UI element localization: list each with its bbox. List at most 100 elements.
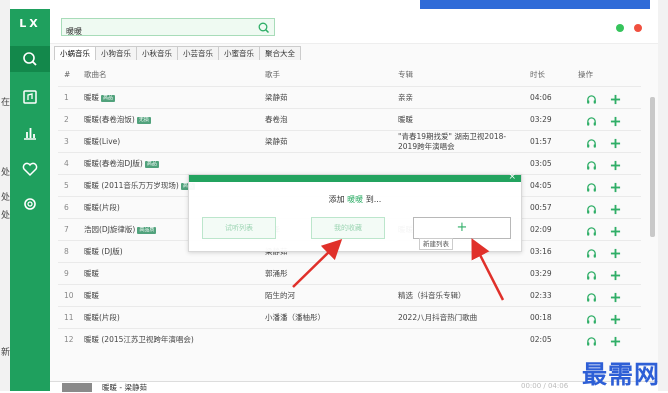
tab-source-6[interactable]: 聚合大全: [259, 46, 301, 60]
plus-icon[interactable]: [610, 268, 621, 281]
plus-icon[interactable]: [610, 92, 621, 105]
table-row[interactable]: 9 暖暖 郭涌彤 03:29: [58, 262, 641, 284]
singer-name[interactable]: 梁静茹: [265, 87, 288, 108]
plus-icon[interactable]: [610, 246, 621, 259]
headphones-icon[interactable]: [586, 334, 597, 346]
singer-name[interactable]: 郭涌彤: [265, 263, 288, 284]
duration: 04:05: [530, 181, 552, 190]
song-name[interactable]: 暖暖(Live): [84, 131, 120, 152]
sidebar: LX: [10, 9, 50, 391]
headphones-icon[interactable]: [586, 180, 597, 192]
plus-icon[interactable]: [610, 224, 621, 237]
tab-source-2[interactable]: 小狗音乐: [95, 46, 137, 60]
singer-name[interactable]: 陌生的河: [265, 285, 295, 306]
singer-name[interactable]: 梁静茹: [265, 131, 288, 152]
now-playing: 暖暖 - 梁静茹: [102, 383, 147, 392]
table-row[interactable]: 1 暖暖 高品 梁静茹 亲亲 04:06: [58, 86, 641, 108]
song-name[interactable]: 暖暖 (2011音乐万万岁现场)高品: [84, 175, 195, 196]
row-index: 5: [64, 181, 69, 190]
dialog-close-button[interactable]: ×: [508, 172, 516, 182]
search-icon[interactable]: [10, 46, 50, 72]
album-name[interactable]: 暖暖: [398, 109, 413, 130]
tab-source-5[interactable]: 小蜜音乐: [218, 46, 260, 60]
table-row[interactable]: 2 暖暖(春卷泡饭) 无损 春卷泡 暖暖 03:29: [58, 108, 641, 130]
duration: 02:05: [530, 335, 552, 344]
plus-icon[interactable]: [610, 202, 621, 215]
tab-source-3[interactable]: 小秋音乐: [136, 46, 178, 60]
album-name[interactable]: 亲亲: [398, 87, 413, 108]
heart-icon[interactable]: [20, 159, 40, 179]
headphones-icon[interactable]: [586, 92, 597, 104]
headphones-icon[interactable]: [586, 290, 597, 302]
table-row[interactable]: 4 暖暖(春卷泡DJ版) 高品 03:05: [58, 152, 641, 174]
headphones-icon[interactable]: [586, 268, 597, 280]
column-duration: 时长: [530, 70, 545, 79]
plus-icon[interactable]: [610, 180, 621, 193]
song-name[interactable]: 暖暖(春卷泡DJ版) 高品: [84, 153, 159, 174]
headphones-icon[interactable]: [586, 114, 597, 126]
table-row[interactable]: 12 暖暖 (2015江苏卫视跨年演唱会) 02:05: [58, 328, 641, 350]
album-name[interactable]: 精选（抖音乐专辑）: [398, 285, 466, 306]
chart-icon[interactable]: [20, 123, 40, 143]
duration: 02:33: [530, 291, 552, 300]
headphones-icon[interactable]: [586, 246, 597, 258]
plus-icon[interactable]: [610, 334, 621, 347]
add-to-list-dialog: × 添加 暖暖 到... 试听列表 我的收藏 + 新建列表: [188, 172, 522, 252]
album-name[interactable]: 2022八月抖音热门歌曲: [398, 307, 477, 328]
plus-icon[interactable]: [610, 158, 621, 171]
song-name[interactable]: 暖暖: [84, 285, 99, 306]
trial-list-button[interactable]: 试听列表: [202, 217, 276, 239]
dialog-title: 添加 暖暖 到...: [328, 195, 382, 204]
top-bar: [50, 9, 658, 44]
new-list-button[interactable]: +: [413, 217, 511, 239]
song-name[interactable]: 暖暖 (DJ版): [84, 241, 123, 262]
row-index: 6: [64, 203, 69, 212]
quality-badge: 高品质: [137, 226, 157, 234]
tab-source-1[interactable]: 小蜗音乐: [54, 46, 96, 60]
song-name[interactable]: 暖暖: [84, 263, 99, 284]
search-icon[interactable]: [257, 20, 271, 34]
headphones-icon[interactable]: [586, 312, 597, 324]
singer-name[interactable]: 小潘潘（潘柚彤）: [265, 307, 325, 328]
music-library-icon[interactable]: [20, 87, 40, 107]
table-row[interactable]: 11 暖暖(片段) 小潘潘（潘柚彤） 2022八月抖音热门歌曲 00:18: [58, 306, 641, 328]
singer-name[interactable]: 春卷泡: [265, 109, 288, 130]
plus-icon[interactable]: [610, 114, 621, 127]
song-name[interactable]: 暖暖 高品: [84, 87, 116, 108]
song-name[interactable]: 暖暖(春卷泡饭) 无损: [84, 109, 151, 130]
settings-icon[interactable]: [20, 194, 40, 214]
column-actions: 操作: [578, 70, 593, 79]
close-button[interactable]: [634, 24, 642, 32]
source-tabs: 小蜗音乐 小狗音乐 小秋音乐 小芸音乐 小蜜音乐 聚合大全: [54, 46, 301, 60]
table-header: # 歌曲名 歌手 专辑 时长 操作: [58, 64, 641, 86]
headphones-icon[interactable]: [586, 224, 597, 236]
headphones-icon[interactable]: [586, 202, 597, 214]
row-index: 3: [64, 137, 69, 146]
search-box: [61, 18, 275, 38]
column-song: 歌曲名: [84, 70, 107, 79]
my-favorites-button[interactable]: 我的收藏: [311, 217, 385, 239]
tab-source-4[interactable]: 小芸音乐: [177, 46, 219, 60]
plus-icon[interactable]: [610, 312, 621, 325]
plus-icon: +: [456, 220, 468, 235]
table-row[interactable]: 3 暖暖(Live) 梁静茹 "青春19期找爱" 湖南卫视2018-2019跨年演唱会…: [58, 130, 641, 152]
play-time: 00:00 / 04:06: [521, 382, 569, 390]
song-name[interactable]: 暖暖 (2015江苏卫视跨年演唱会): [84, 329, 194, 350]
song-name[interactable]: 浩园(DJ旋律版) 高品质: [84, 219, 157, 240]
dialog-title-bar: ×: [189, 172, 521, 182]
duration: 04:06: [530, 93, 552, 102]
song-name[interactable]: 暖暖(片段): [84, 197, 120, 218]
scrollbar[interactable]: [650, 97, 655, 237]
album-name[interactable]: "青春19期找爱" 湖南卫视2018-2019跨年演唱会: [398, 132, 520, 152]
row-index: 2: [64, 115, 69, 124]
watermark: 最需网: [581, 360, 660, 389]
headphones-icon[interactable]: [586, 158, 597, 170]
plus-icon[interactable]: [610, 290, 621, 303]
table-row[interactable]: 10 暖暖 陌生的河 精选（抖音乐专辑） 02:33: [58, 284, 641, 306]
column-singer: 歌手: [265, 70, 280, 79]
plus-icon[interactable]: [610, 136, 621, 149]
headphones-icon[interactable]: [586, 136, 597, 148]
search-input[interactable]: [62, 25, 250, 38]
minimize-button[interactable]: [616, 24, 624, 32]
song-name[interactable]: 暖暖(片段): [84, 307, 120, 328]
